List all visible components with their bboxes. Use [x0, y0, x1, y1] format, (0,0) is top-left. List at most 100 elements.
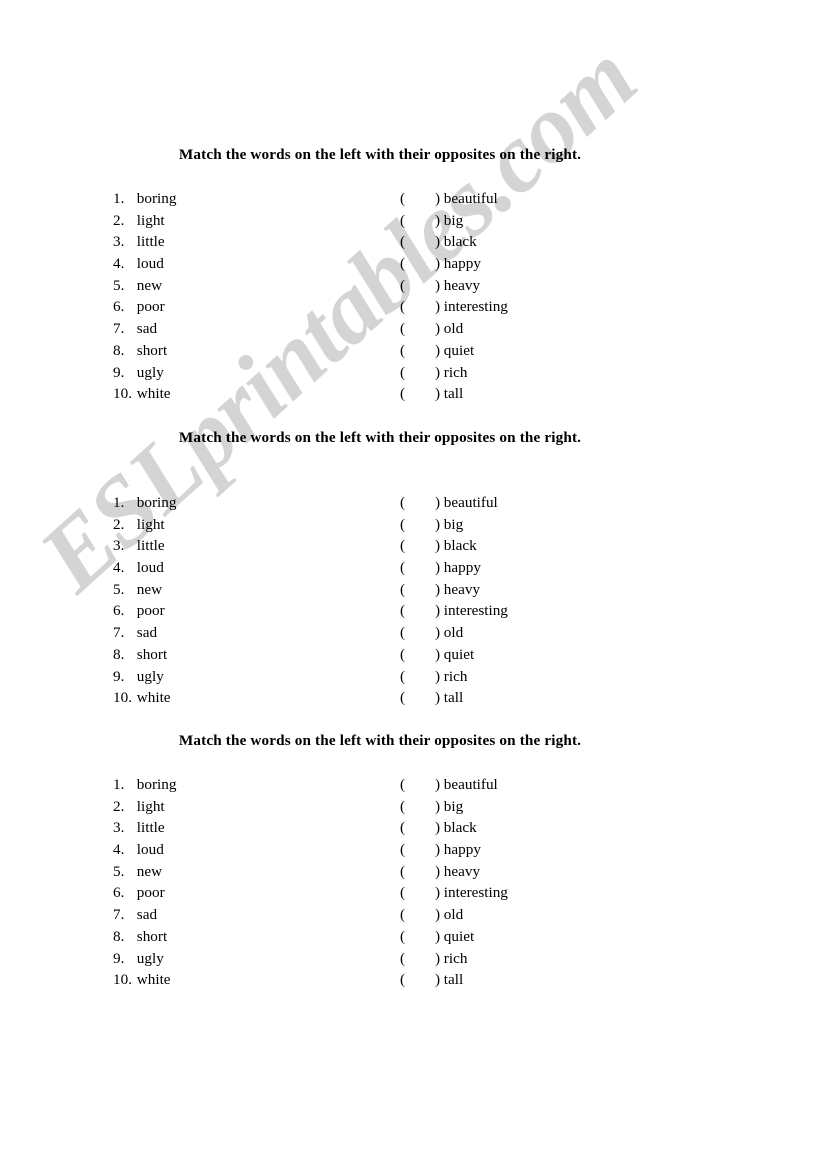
- prompt-word-item: 5. new: [113, 579, 162, 601]
- prompt-number: 3.: [113, 233, 125, 251]
- answer-blank[interactable]: (): [400, 644, 440, 666]
- answer-blank[interactable]: (): [400, 926, 440, 948]
- answer-blank[interactable]: (): [400, 492, 440, 514]
- paren-close: ): [434, 233, 440, 251]
- answer-option-item: () rich: [400, 666, 467, 688]
- paren-open: (: [400, 580, 406, 598]
- answer-blank[interactable]: (): [400, 579, 440, 601]
- answer-option-item: () big: [400, 514, 463, 536]
- answer-option-item: () old: [400, 318, 463, 340]
- answer-option-item: () quiet: [400, 926, 474, 948]
- paren-close: ): [434, 515, 440, 533]
- answer-word: beautiful: [443, 494, 498, 511]
- prompt-word-item: 7. sad: [113, 622, 157, 644]
- prompt-number: 1.: [113, 776, 125, 793]
- answer-blank[interactable]: (): [400, 253, 440, 275]
- prompt-word-item: 4. loud: [113, 557, 164, 579]
- prompt-number: 8.: [113, 927, 125, 945]
- paren-close: ): [434, 255, 440, 273]
- answer-option-item: () big: [400, 210, 463, 232]
- prompt-word-item: 8. short: [113, 340, 167, 362]
- answer-blank[interactable]: (): [400, 687, 440, 709]
- paren-close: ): [434, 797, 440, 815]
- match-row: 8. short () quiet: [0, 340, 821, 362]
- answer-blank[interactable]: (): [400, 600, 440, 622]
- answer-option-item: () heavy: [400, 861, 480, 883]
- match-row: 6. poor () interesting: [0, 296, 821, 318]
- prompt-number: 8.: [113, 645, 125, 663]
- prompt-word: little: [136, 537, 165, 555]
- answer-blank[interactable]: (): [400, 839, 440, 861]
- prompt-word: little: [136, 819, 165, 837]
- answer-word: beautiful: [443, 190, 498, 207]
- matching-list-3: 1. boring() beautiful 2. light() big 3. li…: [0, 774, 821, 991]
- answer-blank[interactable]: (): [400, 904, 440, 926]
- prompt-word: light: [136, 515, 165, 533]
- answer-option-item: () interesting: [400, 600, 508, 622]
- answer-blank[interactable]: (): [400, 774, 440, 796]
- answer-blank[interactable]: (): [400, 514, 440, 536]
- answer-blank[interactable]: (): [400, 622, 440, 644]
- answer-word: big: [443, 797, 464, 815]
- answer-word: quiet: [443, 927, 475, 945]
- match-row: 3. little () black: [0, 231, 821, 253]
- answer-blank[interactable]: (): [400, 948, 440, 970]
- answer-blank[interactable]: (): [400, 340, 440, 362]
- answer-blank[interactable]: (): [400, 210, 440, 232]
- paren-close: ): [434, 190, 440, 207]
- answer-blank[interactable]: (): [400, 557, 440, 579]
- prompt-word: poor: [136, 602, 165, 620]
- paren-close: ): [434, 341, 440, 359]
- paren-open: (: [400, 494, 406, 511]
- answer-blank[interactable]: (): [400, 362, 440, 384]
- paren-open: (: [400, 298, 406, 316]
- prompt-word: little: [136, 233, 165, 251]
- match-row: 9. ugly () rich: [0, 948, 821, 970]
- answer-blank[interactable]: (): [400, 383, 440, 405]
- answer-blank[interactable]: (): [400, 188, 440, 210]
- paren-open: (: [400, 841, 406, 859]
- answer-blank[interactable]: (): [400, 796, 440, 818]
- answer-blank[interactable]: (): [400, 231, 440, 253]
- prompt-word: poor: [136, 884, 165, 902]
- prompt-number: 5.: [113, 862, 125, 880]
- match-row: 5. new () heavy: [0, 275, 821, 297]
- paren-open: (: [400, 862, 406, 880]
- match-row: 8. short () quiet: [0, 926, 821, 948]
- answer-blank[interactable]: (): [400, 882, 440, 904]
- paren-close: ): [434, 537, 440, 555]
- match-row: 2. light () big: [0, 514, 821, 536]
- prompt-word-item: 1. boring: [113, 774, 176, 796]
- match-row: 4. loud () happy: [0, 557, 821, 579]
- match-row: 4. loud () happy: [0, 839, 821, 861]
- match-row: 9. ugly () rich: [0, 362, 821, 384]
- answer-blank[interactable]: (): [400, 817, 440, 839]
- answer-blank[interactable]: (): [400, 318, 440, 340]
- answer-blank[interactable]: (): [400, 666, 440, 688]
- answer-blank[interactable]: (): [400, 535, 440, 557]
- prompt-number: 2.: [113, 797, 125, 815]
- prompt-word-item: 1. boring: [113, 492, 176, 514]
- answer-word: beautiful: [443, 776, 498, 793]
- answer-blank[interactable]: (): [400, 275, 440, 297]
- paren-open: (: [400, 602, 406, 620]
- answer-word: tall: [443, 971, 464, 989]
- answer-blank[interactable]: (): [400, 296, 440, 318]
- paren-open: (: [400, 211, 406, 229]
- prompt-word: loud: [136, 255, 164, 273]
- paren-open: (: [400, 190, 406, 207]
- answer-option-item: () old: [400, 904, 463, 926]
- prompt-word: white: [136, 385, 171, 403]
- match-row: 5. new () heavy: [0, 579, 821, 601]
- paren-close: ): [434, 276, 440, 294]
- paren-close: ): [434, 559, 440, 577]
- prompt-word-item: 2. light: [113, 796, 165, 818]
- answer-word: big: [443, 211, 464, 229]
- answer-blank[interactable]: (): [400, 861, 440, 883]
- answer-word: heavy: [443, 862, 481, 880]
- answer-word: quiet: [443, 645, 475, 663]
- answer-blank[interactable]: (): [400, 969, 440, 991]
- paren-close: ): [434, 927, 440, 945]
- answer-word: tall: [443, 385, 464, 403]
- answer-option-item: () beautiful: [400, 188, 498, 210]
